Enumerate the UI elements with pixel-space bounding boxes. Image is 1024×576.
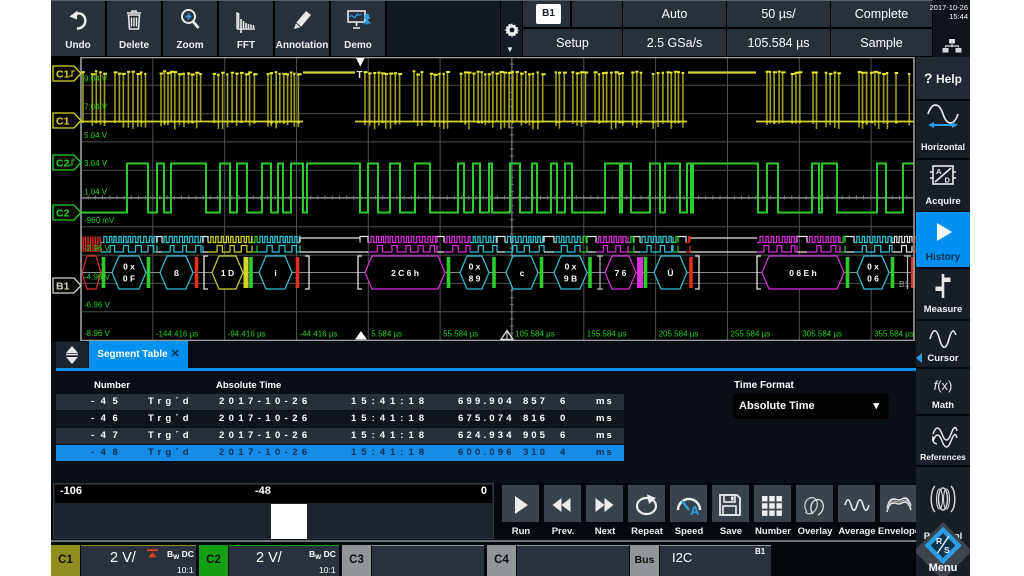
svg-text:1.04 V: 1.04 V	[84, 188, 108, 197]
svg-text:7.04 V: 7.04 V	[84, 103, 108, 112]
svg-text:0 6: 0 6	[867, 274, 879, 284]
svg-text:S: S	[944, 545, 950, 555]
svg-text:B1: B1	[899, 279, 910, 289]
svg-text:9 B: 9 B	[564, 274, 577, 284]
svg-text:D: D	[945, 176, 951, 185]
svg-text:0 x: 0 x	[123, 262, 135, 272]
svg-text:-8.96 V: -8.96 V	[84, 329, 110, 338]
svg-text:0 x: 0 x	[469, 262, 481, 272]
svg-text:-4.96 V: -4.96 V	[84, 272, 110, 281]
svg-text:C2: C2	[56, 208, 70, 220]
svg-text:0 F: 0 F	[123, 274, 135, 284]
svg-text:A: A	[936, 167, 942, 176]
svg-text:7 6: 7 6	[615, 268, 627, 278]
svg-text:305.584 µs: 305.584 µs	[802, 330, 842, 339]
svg-text:Ü: Ü	[667, 268, 673, 278]
svg-text:155.584 µs: 155.584 µs	[587, 330, 627, 339]
svg-text:255.584 µs: 255.584 µs	[731, 330, 771, 339]
svg-text:-6.96 V: -6.96 V	[84, 301, 110, 310]
svg-text:0 x: 0 x	[867, 262, 879, 272]
svg-text:5.04 V: 5.04 V	[84, 131, 108, 140]
svg-text:i: i	[274, 268, 276, 278]
svg-text:-94.416 µs: -94.416 µs	[228, 330, 266, 339]
svg-text:T: T	[357, 70, 363, 81]
svg-text:C2: C2	[56, 158, 70, 170]
svg-text:-2.96 V: -2.96 V	[84, 244, 110, 253]
svg-text:C1: C1	[56, 116, 70, 128]
svg-text:1 D: 1 D	[221, 268, 234, 278]
svg-text:-960 mV: -960 mV	[84, 216, 115, 225]
svg-text:ß: ß	[174, 268, 179, 278]
svg-text:-144.416 µs: -144.416 µs	[156, 330, 198, 339]
svg-text:55.584 µs: 55.584 µs	[443, 330, 478, 339]
svg-text:B1: B1	[56, 281, 70, 293]
svg-text:A: A	[690, 503, 700, 518]
svg-text:0 x: 0 x	[565, 262, 577, 272]
svg-text:c: c	[520, 268, 525, 278]
svg-text:R: R	[936, 536, 942, 546]
svg-text:2 C 6 h: 2 C 6 h	[391, 268, 419, 278]
svg-text:8 9: 8 9	[469, 274, 481, 284]
svg-text:355.584 µs: 355.584 µs	[874, 330, 914, 339]
svg-text:0 6 E h: 0 6 E h	[789, 268, 816, 278]
svg-text:3.04 V: 3.04 V	[84, 159, 108, 168]
svg-text:5.584 µs: 5.584 µs	[371, 330, 402, 339]
svg-text:9.04 V: 9.04 V	[84, 74, 108, 83]
svg-text:205.584 µs: 205.584 µs	[659, 330, 699, 339]
svg-text:105.584 µs: 105.584 µs	[515, 330, 555, 339]
svg-text:-44.416 µs: -44.416 µs	[300, 330, 338, 339]
svg-text:C1: C1	[56, 69, 70, 81]
